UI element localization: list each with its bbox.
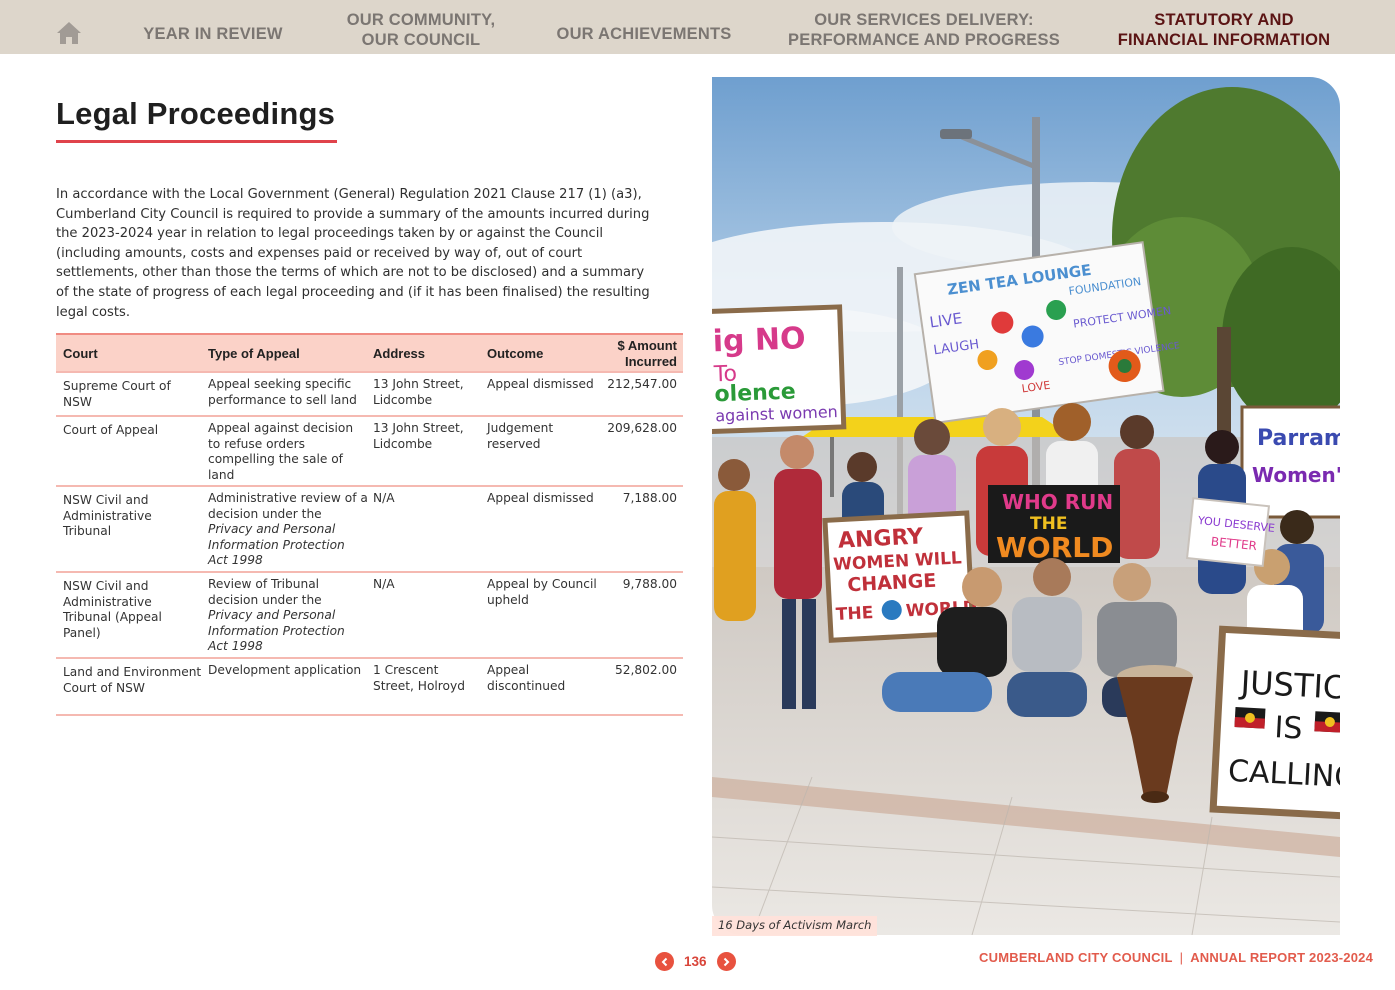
nav-year-in-review[interactable]: YEAR IN REVIEW [120,0,306,54]
nav-our-achievements[interactable]: OUR ACHIEVEMENTS [546,0,742,54]
svg-text:CHANGE: CHANGE [847,570,937,597]
cell-type-text: Administrative review of a decision unde… [208,491,368,521]
cell-court: Court of Appeal [63,423,159,437]
cell-court: Supreme Court of NSW [63,379,171,409]
svg-text:Parram: Parram [1257,426,1340,451]
svg-text:JUSTICE: JUSTICE [1238,663,1340,708]
table-row: Supreme Court of NSW Appeal seeking spec… [56,371,683,415]
table-row: NSW Civil and Administrative Tribunal (A… [56,571,683,657]
header-amount: $ Amount Incurred [587,338,677,370]
photo-caption: 16 Days of Activism March [712,916,878,936]
cell-court: Land and Environment Court of NSW [63,665,202,695]
header-type: Type of Appeal [208,346,300,361]
svg-text:THE: THE [835,603,873,625]
table-row: Court of Appeal Appeal against decision … [56,415,683,485]
table-bottom-rule [56,714,683,716]
header-outcome: Outcome [487,346,544,361]
header-amount-line1: $ Amount [617,338,677,353]
svg-text:ig NO: ig NO [712,321,806,359]
home-button[interactable] [52,18,86,48]
cell-type-text: Review of Tribunal decision under the [208,577,322,607]
svg-text:ANGRY: ANGRY [837,524,924,553]
cell-outcome: Appeal by Council upheld [487,577,597,607]
footer-report: ANNUAL REPORT 2023-2024 [1190,950,1373,965]
pagination: 136 [655,952,736,971]
title-underline [56,140,337,143]
cell-type: Appeal against decision to refuse orders… [208,421,368,483]
cell-address: 13 John Street, Lidcombe [373,377,464,407]
cell-address: 13 John Street, Lidcombe [373,421,464,451]
cell-type: Appeal seeking specific performance to s… [208,377,368,408]
activism-march-photo: ig NO To olence against women ZEN TEA LO… [712,77,1340,935]
nav-label: OUR SERVICES DELIVERY: [814,11,1034,29]
table-row: Land and Environment Court of NSW Develo… [56,657,683,714]
footer-publication: CUMBERLAND CITY COUNCIL | ANNUAL REPORT 20… [979,950,1373,965]
nav-our-services-delivery[interactable]: OUR SERVICES DELIVERY: PERFORMANCE AND P… [780,0,1068,54]
cell-type-text: Appeal against decision to refuse orders… [208,421,354,482]
prev-page-button[interactable] [655,952,674,971]
svg-text:WHO RUN: WHO RUN [1002,490,1113,514]
nav-label-line2: FINANCIAL INFORMATION [1117,31,1331,49]
cell-outcome: Appeal discontinued [487,663,566,693]
cell-outcome: Judgement reserved [487,421,554,451]
header-amount-line2: Incurred [624,354,677,369]
cell-amount: 209,628.00 [607,421,677,435]
top-navigation: YEAR IN REVIEW OUR COMMUNITY, OUR COUNCI… [0,0,1395,54]
cell-type-text: Development application [208,663,362,677]
home-icon [57,22,81,44]
cell-amount: 9,788.00 [622,577,677,591]
nav-label: OUR ACHIEVEMENTS [556,25,732,43]
cell-type: Development application [208,663,368,679]
next-page-button[interactable] [716,952,736,971]
header-address: Address [373,346,426,361]
cell-court: NSW Civil and Administrative Tribunal (A… [63,579,162,640]
cell-type-act: Privacy and Personal Information Protect… [208,608,345,654]
cell-amount: 52,802.00 [614,663,677,677]
page-number: 136 [684,954,707,969]
table-header: Court Type of Appeal Address Outcome $ A… [56,333,683,371]
cell-court: NSW Civil and Administrative Tribunal [63,493,152,539]
cell-type: Review of Tribunal decision under the Pr… [208,577,368,655]
chevron-right-icon [723,957,730,966]
legal-proceedings-table: Court Type of Appeal Address Outcome $ A… [56,333,683,716]
intro-paragraph: In accordance with the Local Government … [56,187,650,320]
footer-org: CUMBERLAND CITY COUNCIL [979,950,1173,965]
header-court: Court [63,346,98,361]
nav-our-community[interactable]: OUR COMMUNITY, OUR COUNCIL [330,0,512,54]
svg-text:Women's: Women's [1252,463,1340,487]
nav-label-line2: PERFORMANCE AND PROGRESS [788,31,1060,49]
cell-address: N/A [373,491,395,505]
cell-type-act: Privacy and Personal Information Protect… [208,522,345,568]
cell-outcome: Appeal dismissed [487,377,594,391]
cell-address: 1 Crescent Street, Holroyd [373,663,465,693]
page-title: Legal Proceedings [56,96,336,131]
cell-type: Administrative review of a decision unde… [208,491,368,569]
svg-text:IS: IS [1274,710,1304,746]
cell-amount: 7,188.00 [622,491,677,505]
table-row: NSW Civil and Administrative Tribunal Ad… [56,485,683,571]
nav-label-line2: OUR COUNCIL [361,31,481,49]
cell-address: N/A [373,577,395,591]
cell-outcome: Appeal dismissed [487,491,594,505]
cell-amount: 212,547.00 [607,377,677,391]
nav-label: OUR COMMUNITY, [346,11,496,29]
svg-text:CALLING: CALLING [1227,754,1340,796]
footer-separator: | [1179,950,1184,965]
nav-label: STATUTORY AND [1154,11,1294,29]
chevron-left-icon [661,957,667,966]
nav-statutory-financial[interactable]: STATUTORY AND FINANCIAL INFORMATION [1100,0,1348,54]
cell-type-text: Appeal seeking specific performance to s… [208,377,357,407]
nav-label: YEAR IN REVIEW [143,25,283,43]
